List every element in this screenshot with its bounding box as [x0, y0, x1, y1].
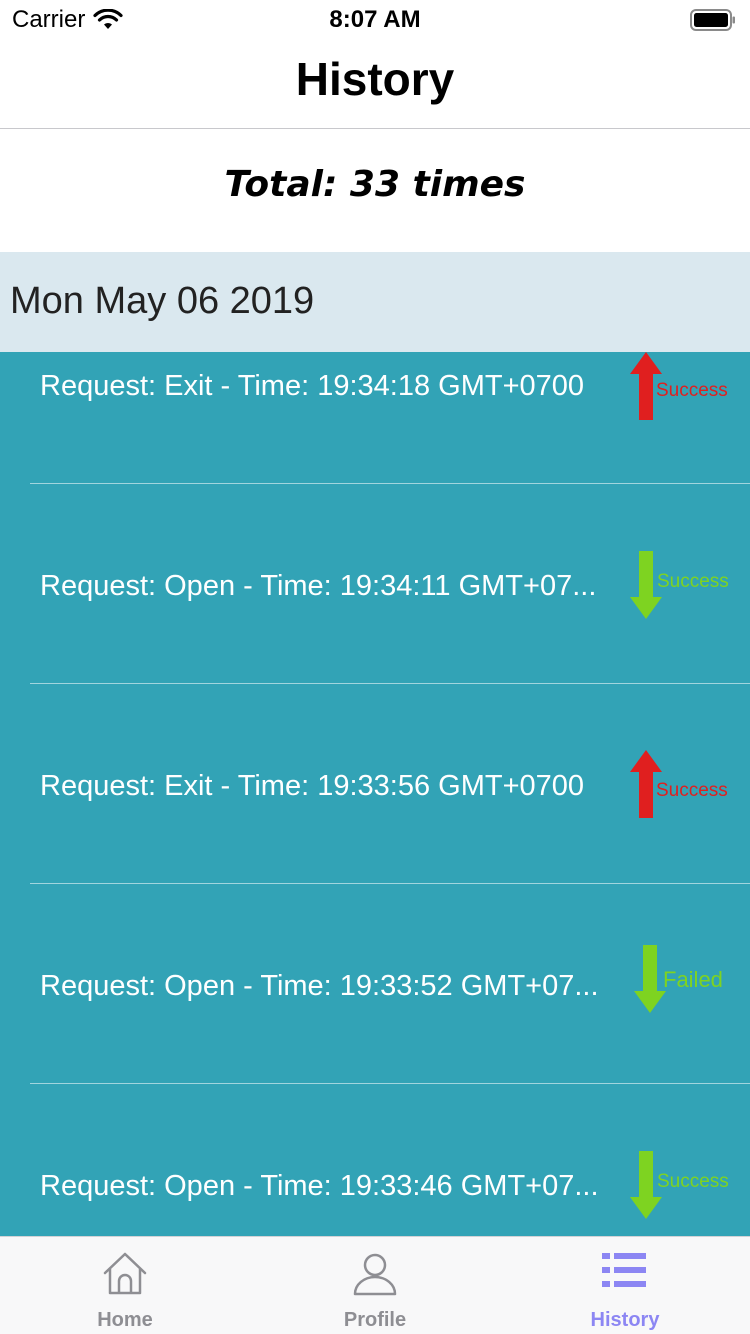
history-screen: Carrier 8:07 AM History Total: 33 times … — [0, 0, 750, 1334]
section-date: Mon May 06 2019 — [10, 280, 315, 322]
status-time: 8:07 AM — [329, 6, 421, 33]
battery-icon — [690, 9, 735, 31]
navigation-bar: History — [0, 40, 750, 129]
tab-history[interactable]: History — [500, 1237, 750, 1334]
section-header: Mon May 06 2019 — [0, 252, 750, 352]
history-row-text: Request: Open - Time: 19:33:52 GMT+07... — [40, 970, 599, 1002]
status-bar: Carrier 8:07 AM — [0, 0, 750, 40]
history-row-text: Request: Exit - Time: 19:34:18 GMT+0700 — [40, 370, 585, 402]
list-icon — [602, 1253, 646, 1287]
tab-bar: Home Profile History — [0, 1236, 750, 1334]
total-count: Total: 33 times — [224, 164, 526, 205]
tab-profile-label: Profile — [343, 1309, 407, 1331]
tab-history-label: History — [590, 1309, 660, 1331]
tab-home[interactable]: Home — [0, 1237, 250, 1334]
history-row-text: Request: Open - Time: 19:33:46 GMT+07... — [40, 1170, 599, 1202]
request-status: Success — [656, 380, 728, 401]
page-title: History — [295, 53, 455, 105]
history-list[interactable]: Request: Exit - Time: 19:34:18 GMT+0700 S… — [0, 352, 750, 1236]
profile-icon — [353, 1253, 397, 1296]
tab-profile[interactable]: Profile — [250, 1237, 500, 1334]
history-row-text: Request: Open - Time: 19:34:11 GMT+07... — [40, 570, 597, 602]
request-status: Success — [656, 780, 728, 801]
history-row-text: Request: Exit - Time: 19:33:56 GMT+0700 — [40, 770, 585, 802]
request-status: Success — [657, 1171, 729, 1192]
request-status: Failed — [663, 967, 723, 992]
request-status: Success — [657, 571, 729, 592]
tab-home-label: Home — [97, 1309, 153, 1331]
home-icon — [103, 1252, 147, 1295]
